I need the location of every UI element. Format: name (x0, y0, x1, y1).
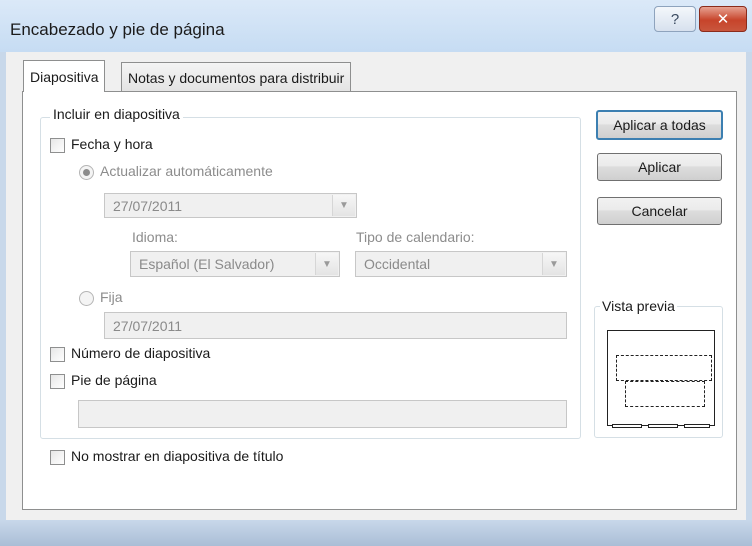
cancel-button[interactable]: Cancelar (597, 197, 722, 225)
calendar-type-label: Tipo de calendario: (356, 229, 475, 245)
slide-number-checkbox[interactable] (50, 347, 65, 362)
date-time-checkbox[interactable] (50, 138, 65, 153)
help-icon: ? (670, 10, 680, 28)
window-frame-left (0, 52, 6, 546)
auto-update-label[interactable]: Actualizar automáticamente (100, 163, 273, 179)
auto-update-radio[interactable] (79, 165, 94, 180)
preview-body-placeholder (625, 381, 705, 407)
language-label: Idioma: (132, 229, 178, 245)
fixed-radio[interactable] (79, 291, 94, 306)
fixed-date-input[interactable]: 27/07/2011 (104, 312, 567, 339)
slide-number-label[interactable]: Número de diapositiva (71, 345, 210, 361)
preview-title-placeholder (616, 355, 712, 381)
preview-footer-date (612, 424, 642, 428)
chevron-down-icon[interactable]: ▼ (542, 253, 565, 275)
footer-checkbox[interactable] (50, 374, 65, 389)
window-frame-bottom (0, 520, 752, 546)
dialog-title: Encabezado y pie de página (10, 20, 225, 39)
footer-label[interactable]: Pie de página (71, 372, 157, 388)
preview-footer-text (648, 424, 678, 428)
apply-button[interactable]: Aplicar (597, 153, 722, 181)
dialog-window: Encabezado y pie de página ? ✕ Diapositi… (0, 0, 752, 546)
close-button[interactable]: ✕ (699, 6, 747, 32)
hide-on-title-checkbox[interactable] (50, 450, 65, 465)
fixed-label[interactable]: Fija (100, 289, 123, 305)
footer-text-input[interactable] (78, 400, 567, 428)
preview-footer-number (684, 424, 710, 428)
tab-notas-documentos[interactable]: Notas y documentos para distribuir (121, 62, 352, 92)
window-frame-right (746, 52, 752, 546)
date-time-label[interactable]: Fecha y hora (71, 136, 153, 152)
auto-date-select[interactable]: 27/07/2011 ▼ (104, 193, 357, 218)
preview-label: Vista previa (600, 298, 677, 314)
close-icon: ✕ (716, 11, 730, 28)
calendar-type-select[interactable]: Occidental ▼ (355, 251, 567, 277)
chevron-down-icon[interactable]: ▼ (315, 253, 338, 275)
tab-diapositiva[interactable]: Diapositiva (23, 60, 106, 92)
chevron-down-icon[interactable]: ▼ (332, 195, 355, 216)
hide-on-title-label[interactable]: No mostrar en diapositiva de título (71, 448, 283, 464)
apply-all-button[interactable]: Aplicar a todas (596, 110, 723, 140)
include-group-label: Incluir en diapositiva (50, 106, 183, 122)
language-select[interactable]: Español (El Salvador) ▼ (130, 251, 340, 277)
title-bar: Encabezado y pie de página ? ✕ (0, 0, 752, 52)
help-button[interactable]: ? (654, 6, 696, 32)
